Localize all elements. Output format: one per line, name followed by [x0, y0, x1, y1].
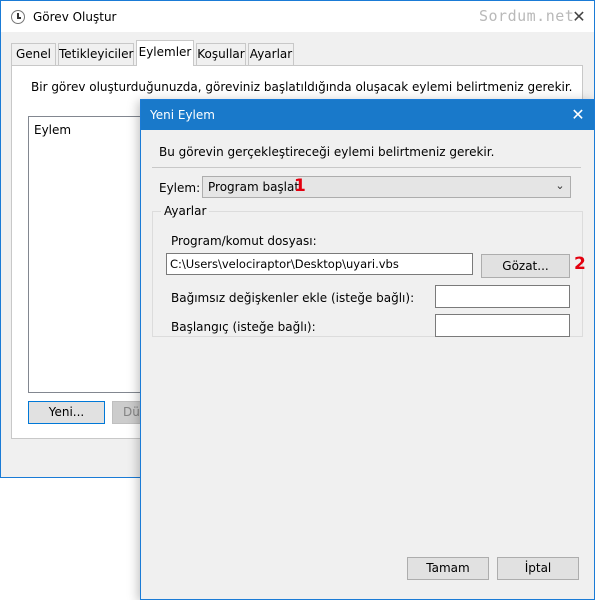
start-in-label: Başlangıç (isteğe bağlı):	[171, 320, 316, 334]
dialog-titlebar: Yeni Eylem ✕	[141, 100, 594, 130]
settings-group-label: Ayarlar	[161, 204, 210, 218]
cancel-button[interactable]: İptal	[497, 557, 579, 580]
action-type-label: Eylem:	[159, 181, 201, 195]
action-type-select[interactable]: Program başlat	[202, 176, 571, 198]
tab-general[interactable]: Genel	[11, 43, 56, 65]
actions-instruction: Bir görev oluşturduğunuzda, göreviniz ba…	[31, 80, 573, 94]
action-list[interactable]	[28, 116, 158, 393]
chevron-down-icon[interactable]: ⌄	[553, 178, 567, 194]
arguments-input[interactable]	[435, 285, 570, 308]
program-script-label: Program/komut dosyası:	[171, 234, 317, 248]
close-icon[interactable]: ✕	[566, 5, 592, 29]
tab-actions[interactable]: Eylemler	[136, 40, 194, 66]
window-title: Görev Oluştur	[33, 10, 117, 24]
new-action-button[interactable]: Yeni...	[28, 401, 105, 424]
step-marker-2: 2	[574, 254, 586, 274]
tab-conditions[interactable]: Koşullar	[196, 43, 246, 65]
program-script-input[interactable]: C:\Users\velociraptor\Desktop\uyari.vbs	[166, 253, 473, 275]
clock-icon	[11, 10, 25, 24]
step-marker-1: 1	[294, 176, 306, 196]
tab-settings[interactable]: Ayarlar	[248, 43, 294, 65]
tab-triggers[interactable]: Tetikleyiciler	[58, 43, 134, 65]
action-list-header: Eylem	[34, 123, 72, 137]
watermark: Sordum.net	[479, 7, 575, 25]
arguments-label: Bağımsız değişkenler ekle (isteğe bağlı)…	[171, 291, 415, 305]
browse-button[interactable]: Gözat...	[481, 254, 570, 278]
back-titlebar: Görev Oluştur Sordum.net ✕	[1, 1, 594, 32]
ok-button[interactable]: Tamam	[407, 557, 489, 580]
dialog-title: Yeni Eylem	[150, 108, 215, 122]
close-icon[interactable]: ✕	[565, 102, 591, 128]
start-in-input[interactable]	[435, 314, 570, 337]
divider	[152, 167, 581, 168]
new-action-dialog: Yeni Eylem ✕ Bu görevin gerçekleştireceğ…	[140, 99, 595, 600]
dialog-instruction: Bu görevin gerçekleştireceği eylemi beli…	[159, 145, 495, 159]
